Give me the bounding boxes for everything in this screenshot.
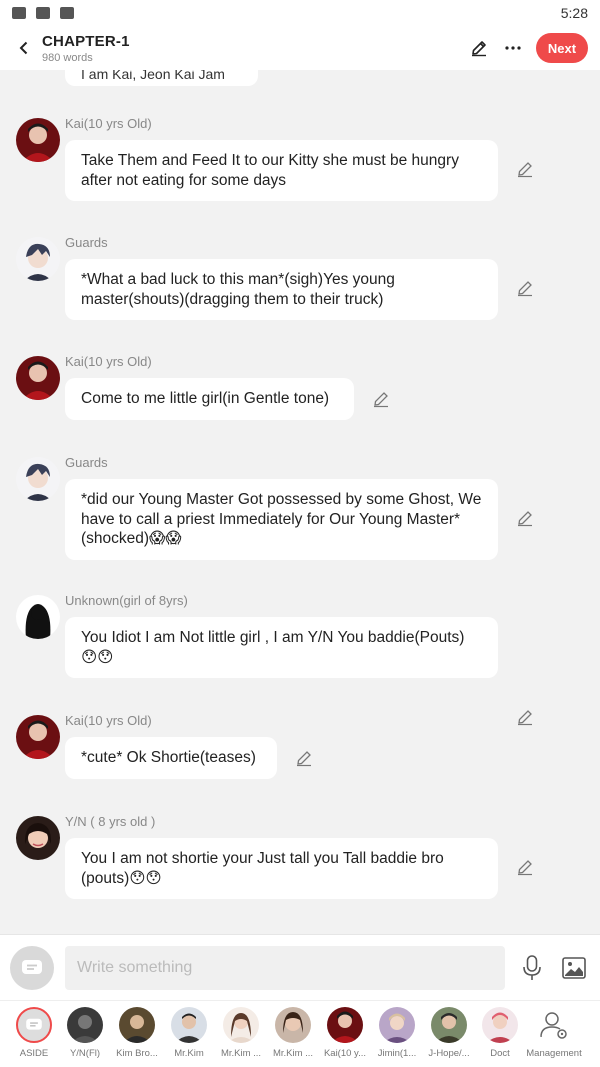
image-upload-button[interactable] [559,953,589,983]
character-item[interactable]: Kai(10 y... [319,1007,371,1059]
previous-message-bubble: I am Kai, Jeon Kai Jam [65,70,258,86]
character-name: Kim Bro... [116,1048,158,1059]
word-count: 980 words [42,51,93,64]
character-item[interactable]: Jimin(1... [371,1007,423,1059]
character-item[interactable]: Mr.Kim ... [215,1007,267,1059]
character-item[interactable]: Mr.Kim ... [267,1007,319,1059]
image-icon [562,956,586,979]
message-input[interactable] [65,945,505,990]
folder-notification-icon [36,7,50,19]
character-item[interactable]: Kim Bro... [111,1007,163,1059]
more-dots-icon [505,46,521,50]
microphone-button[interactable] [517,953,547,983]
speaker-name: Guards [65,235,108,250]
edit-message-icon[interactable] [516,279,534,297]
edit-message-icon[interactable] [516,708,534,726]
message-bubble[interactable]: *What a bad luck to this man*(sigh)Yes y… [65,259,498,320]
message-text: *did our Young Master Got possessed by s… [81,491,482,547]
edit-message-icon[interactable] [516,858,534,876]
speaker-name: Kai(10 yrs Old) [65,354,152,369]
character-name: Jimin(1... [377,1048,417,1059]
more-options-button[interactable] [502,37,524,59]
aside-toggle-button[interactable] [10,945,54,990]
message-bubble[interactable]: You Idiot I am Not little girl , I am Y/… [65,617,498,678]
chat-bubble-icon [22,959,42,974]
character-name: Mr.Kim ... [220,1048,262,1059]
character-aside[interactable]: ASIDE [8,1007,60,1059]
avatar [379,1007,415,1043]
avatar [171,1007,207,1043]
speaker-name: Kai(10 yrs Old) [65,116,152,131]
character-name: ASIDE [19,1048,49,1059]
edit-message-icon[interactable] [372,390,390,408]
status-icons [12,7,74,19]
management-button[interactable]: Management [526,1007,582,1059]
character-item[interactable]: Mr.Kim [163,1007,215,1059]
next-button[interactable]: Next [536,33,588,63]
character-item[interactable]: Doct [474,1007,526,1059]
avatar[interactable] [16,237,60,281]
character-name: Doct [490,1048,510,1059]
character-name: Mr.Kim [174,1048,204,1059]
character-name: Y/N(Fl) [69,1048,101,1059]
compose-bar [0,934,600,1000]
message-bubble[interactable]: *cute* Ok Shortie(teases) [65,737,277,779]
microphone-icon [523,954,541,980]
character-item[interactable]: J-Hope/... [423,1007,475,1059]
management-icon [536,1007,572,1043]
pen-icon [472,41,486,57]
image-notification-icon [12,7,26,19]
character-name: Mr.Kim ... [272,1048,314,1059]
aside-avatar [16,1007,52,1043]
speaker-name: Y/N ( 8 yrs old ) [65,814,156,829]
message-bubble[interactable]: You I am not shortie your Just tall you … [65,838,498,899]
avatar [119,1007,155,1043]
message-text: Take Them and Feed It to our Kitty she m… [81,152,459,189]
speaker-name: Kai(10 yrs Old) [65,713,152,728]
message-bubble[interactable]: Take Them and Feed It to our Kitty she m… [65,140,498,201]
avatar [223,1007,259,1043]
header: CHAPTER-1 980 words Next [0,26,600,70]
edit-chapter-button[interactable] [468,37,490,59]
avatar[interactable] [16,356,60,400]
message-text: You Idiot I am Not little girl , I am Y/… [81,629,465,666]
back-button[interactable] [12,36,36,60]
avatar [482,1007,518,1043]
chapter-title: CHAPTER-1 [42,32,130,50]
character-item[interactable]: Y/N(Fl) [59,1007,111,1059]
avatar[interactable] [16,595,60,639]
character-name: Kai(10 y... [323,1048,367,1059]
message-text: You I am not shortie your Just tall you … [81,850,444,887]
edit-message-icon[interactable] [516,509,534,527]
speaker-name: Guards [65,455,108,470]
avatar[interactable] [16,816,60,860]
edit-message-icon[interactable] [516,160,534,178]
edit-message-icon[interactable] [295,749,313,767]
message-bubble[interactable]: Come to me little girl(in Gentle tone) [65,378,354,420]
avatar [431,1007,467,1043]
avatar[interactable] [16,118,60,162]
message-text: *cute* Ok Shortie(teases) [81,749,256,766]
status-time: 5:28 [560,5,588,21]
message-bubble[interactable]: *did our Young Master Got possessed by s… [65,479,498,560]
character-strip: ASIDE Y/N(Fl) Kim Bro... Mr.Kim Mr.Kim .… [0,1000,600,1067]
chevron-left-icon [19,41,28,55]
speaker-name: Unknown(girl of 8yrs) [65,593,188,608]
avatar [67,1007,103,1043]
avatar [275,1007,311,1043]
message-text: Come to me little girl(in Gentle tone) [81,390,330,407]
chat-area[interactable]: I am Kai, Jeon Kai Jam Kai(10 yrs Old) T… [0,70,600,934]
avatar[interactable] [16,457,60,501]
app-notification-icon [60,7,74,19]
status-bar: 5:28 [0,0,600,26]
message-text: *What a bad luck to this man*(sigh)Yes y… [81,271,395,308]
previous-message-text: I am Kai, Jeon Kai Jam [81,70,225,82]
character-name: Management [526,1048,582,1059]
avatar[interactable] [16,715,60,759]
character-name: J-Hope/... [428,1048,470,1059]
avatar [327,1007,363,1043]
